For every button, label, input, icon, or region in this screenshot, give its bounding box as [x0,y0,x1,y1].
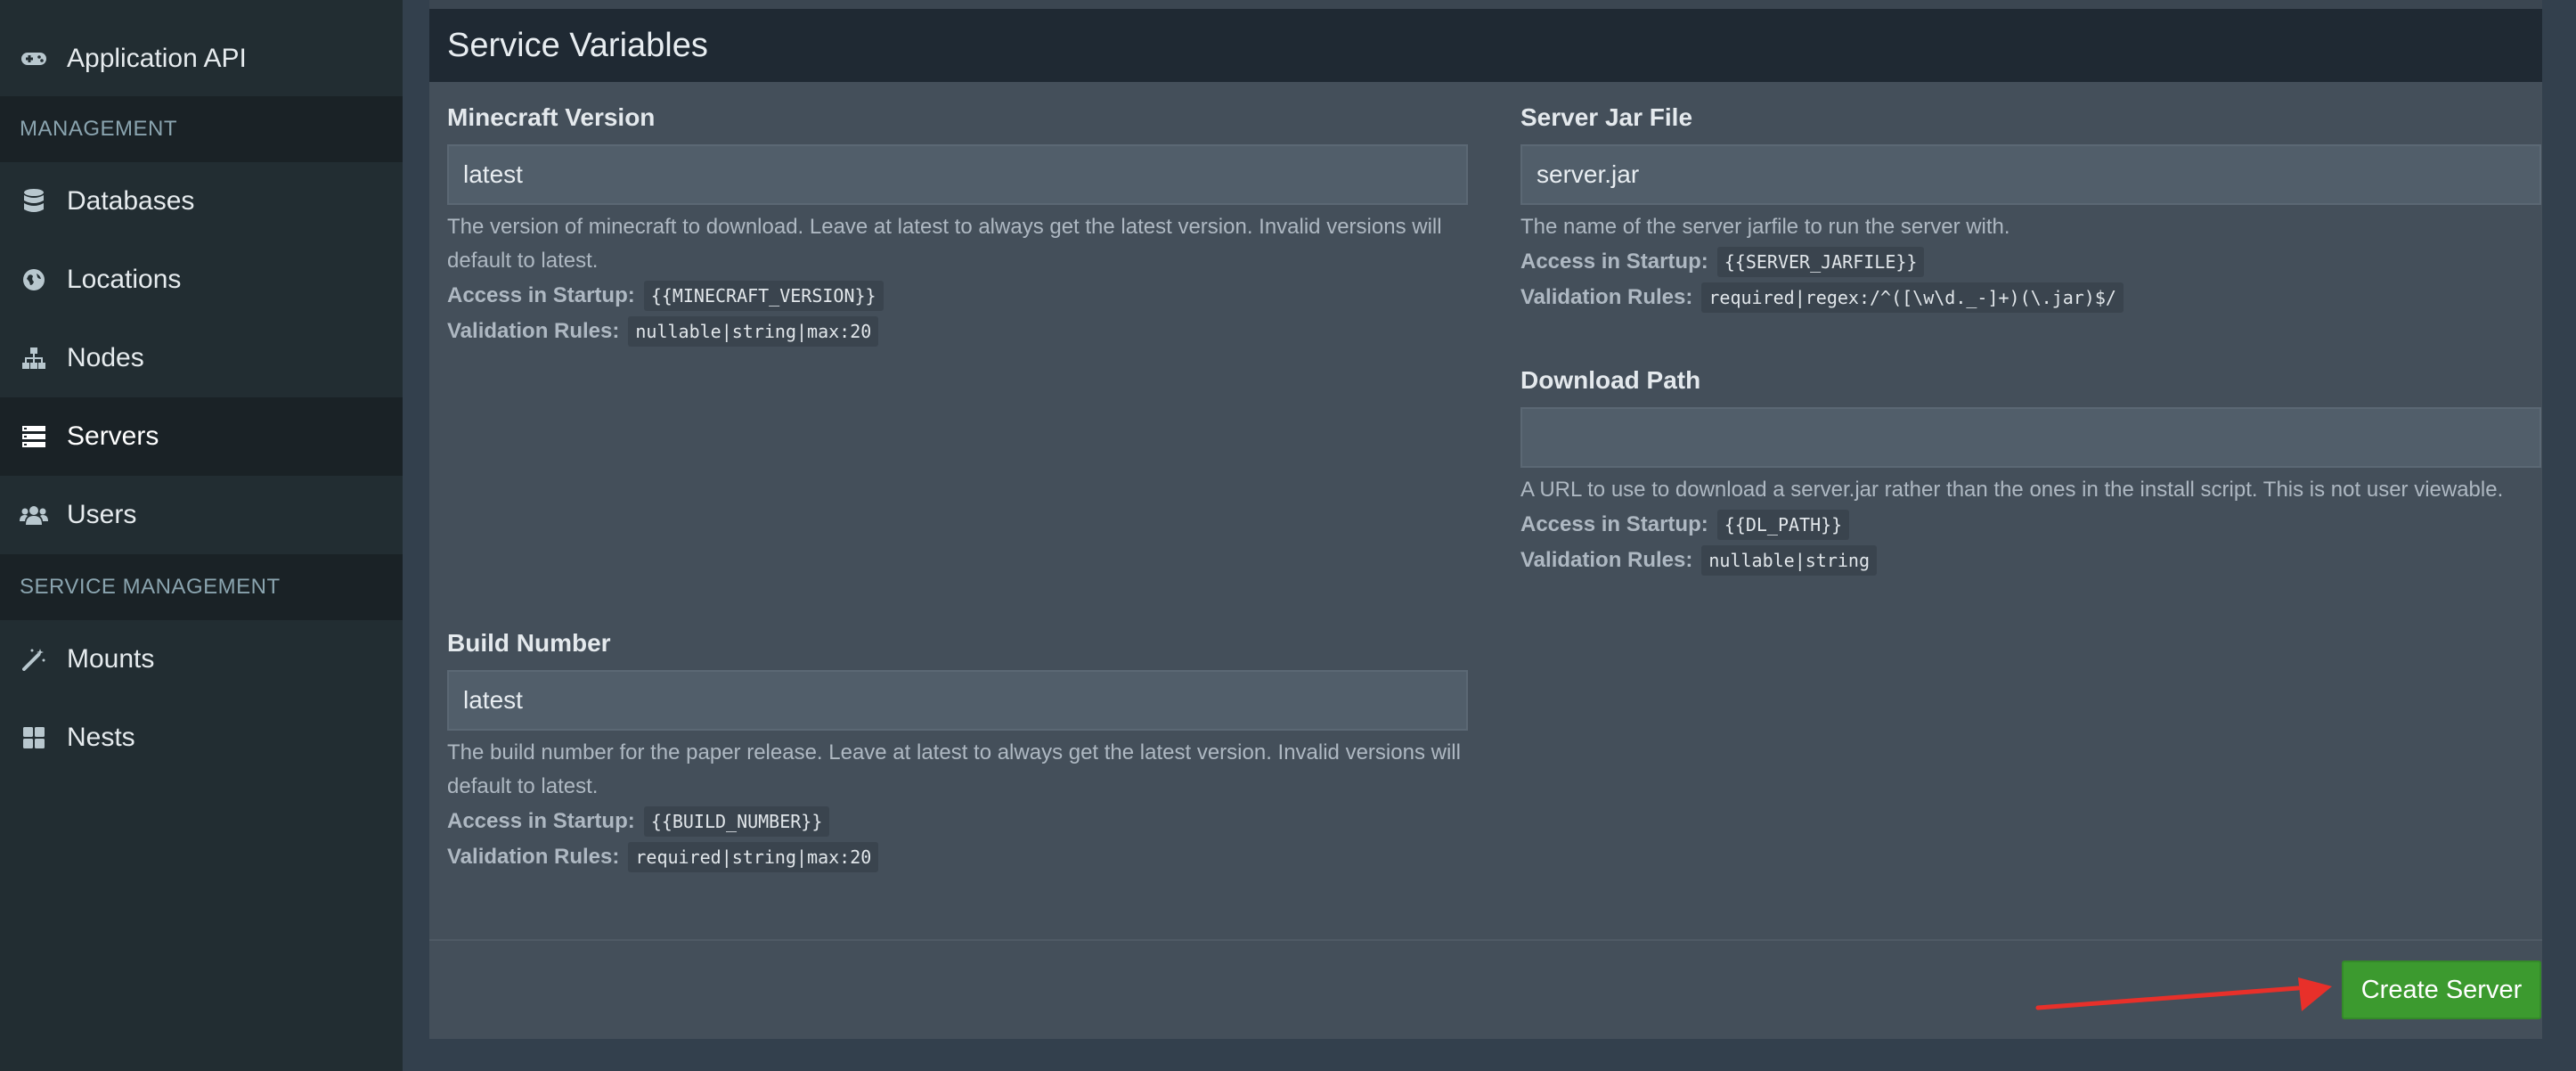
access-row: Access in Startup: {{MINECRAFT_VERSION}} [447,278,1468,314]
validation-rules: nullable|string|max:20 [628,316,879,347]
field-build-number: Build Number The build number for the pa… [447,629,1468,875]
sidebar-item-label: Locations [67,265,182,294]
field-label: Download Path [1520,366,1701,394]
field-label: Server Jar File [1520,103,1693,131]
section-header-service-management: SERVICE MANAGEMENT [0,554,403,620]
server-icon [20,422,48,451]
build-number-input[interactable] [447,670,1468,731]
field-description: The version of minecraft to download. Le… [447,215,1442,273]
validation-label: Validation Rules: [447,845,620,869]
validation-row: Validation Rules: required|regex:/^([\w\… [1520,280,2541,315]
access-row: Access in Startup: {{SERVER_JARFILE}} [1520,244,2541,280]
startup-variable: {{MINECRAFT_VERSION}} [643,281,884,311]
sidebar-item-label: Mounts [67,644,155,674]
access-label: Access in Startup: [447,283,635,307]
minecraft-version-input[interactable] [447,144,1468,205]
sidebar: Application API MANAGEMENT Databases Loc… [0,0,403,1071]
access-label: Access in Startup: [1520,249,1708,274]
access-label: Access in Startup: [447,809,635,833]
server-jar-input[interactable] [1520,144,2541,205]
validation-label: Validation Rules: [1520,285,1693,309]
magic-icon [20,645,48,674]
sidebar-item-label: Databases [67,186,195,216]
sidebar-item-label: Nests [67,723,135,752]
field-description: A URL to use to download a server.jar ra… [1520,478,2504,502]
field-label: Minecraft Version [447,103,656,131]
red-arrow-annotation [2035,977,2332,1011]
users-icon [20,501,48,529]
sidebar-item-mounts[interactable]: Mounts [0,620,403,699]
box-top-border [429,0,2542,9]
box-title: Service Variables [447,26,708,64]
sidebar-item-users[interactable]: Users [0,476,403,554]
startup-variable: {{DL_PATH}} [1716,510,1850,540]
globe-icon [20,266,48,294]
sidebar-item-nests[interactable]: Nests [0,699,403,777]
sidebar-item-locations[interactable]: Locations [0,241,403,319]
gamepad-icon [20,45,48,73]
section-header-management: MANAGEMENT [0,96,403,162]
service-variables-box: Service Variables Minecraft Version The … [429,0,2542,1039]
th-large-icon [20,724,48,752]
validation-label: Validation Rules: [447,319,620,343]
field-description: The build number for the paper release. … [447,740,1461,798]
validation-row: Validation Rules: nullable|string [1520,543,2541,578]
download-path-input[interactable] [1520,407,2541,468]
validation-label: Validation Rules: [1520,548,1693,572]
validation-row: Validation Rules: required|string|max:20 [447,839,1468,875]
sitemap-icon [20,344,48,372]
access-row: Access in Startup: {{BUILD_NUMBER}} [447,804,1468,839]
access-row: Access in Startup: {{DL_PATH}} [1520,507,2541,543]
field-description: The name of the server jarfile to run th… [1520,215,2010,239]
sidebar-item-nodes[interactable]: Nodes [0,319,403,397]
sidebar-item-application-api[interactable]: Application API [0,21,403,96]
sidebar-item-label: Nodes [67,343,144,372]
sidebar-item-databases[interactable]: Databases [0,162,403,241]
box-header: Service Variables [429,9,2542,82]
startup-variable: {{SERVER_JARFILE}} [1716,247,1925,277]
validation-rules: nullable|string [1701,545,1877,576]
startup-variable: {{BUILD_NUMBER}} [643,806,830,837]
validation-rules: required|string|max:20 [628,842,879,872]
database-icon [20,187,48,216]
sidebar-item-servers[interactable]: Servers [0,397,403,476]
sidebar-item-label: Users [67,500,137,529]
field-download-path: Download Path A URL to use to download a… [1520,366,2541,578]
access-label: Access in Startup: [1520,512,1708,536]
sidebar-item-label: Servers [67,421,159,451]
field-server-jar-file: Server Jar File The name of the server j… [1520,103,2541,315]
create-server-button[interactable]: Create Server [2342,961,2541,1019]
field-minecraft-version: Minecraft Version The version of minecra… [447,103,1468,349]
sidebar-item-label: Application API [67,44,247,73]
field-label: Build Number [447,629,611,657]
validation-rules: required|regex:/^([\w\d._-]+)(\.jar)$/ [1701,282,2124,313]
validation-row: Validation Rules: nullable|string|max:20 [447,314,1468,349]
